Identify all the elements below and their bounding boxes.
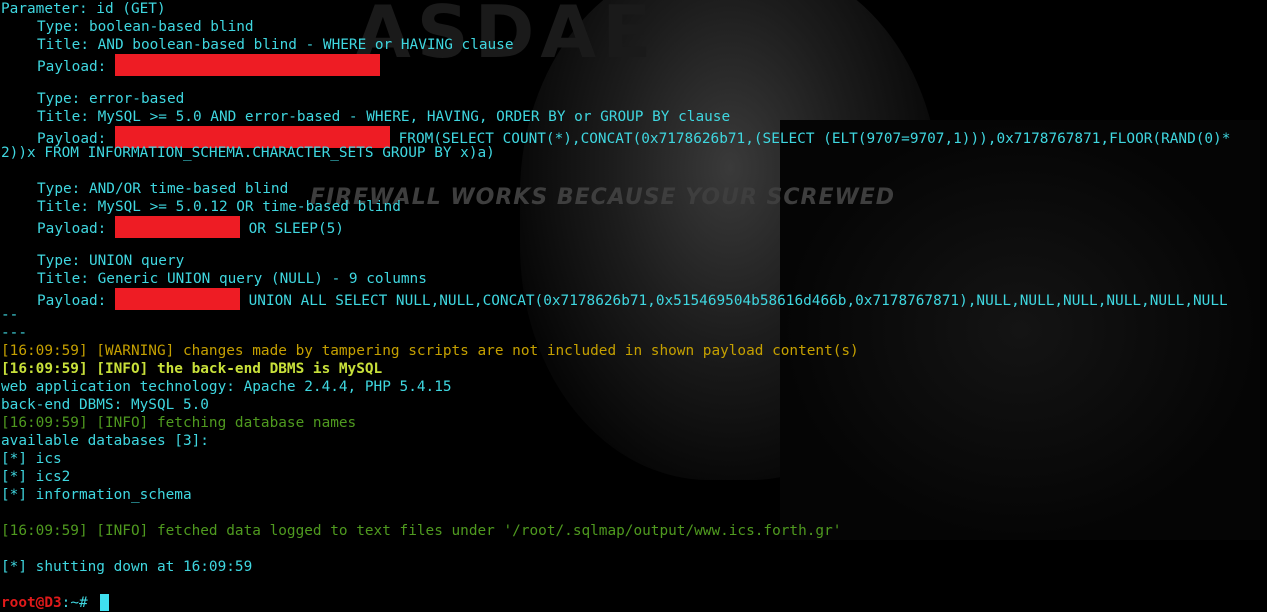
payload-title: Title: AND boolean-based blind - WHERE o… [37,37,514,53]
redacted-box [114,216,240,238]
payload-line: Payload: OR SLEEP(5) [1,216,1267,238]
payload-type: Type: boolean-based blind [37,19,254,35]
terminal-output[interactable]: Parameter: id (GET) Type: boolean-based … [1,0,1267,611]
prompt-path: :~# [61,595,97,611]
parameter-line: Parameter: id (GET) [1,1,166,17]
payload-line: Payload: FROM(SELECT COUNT(*),CONCAT(0x7… [1,126,1267,148]
payload-type: Type: AND/OR time-based blind [37,181,289,197]
redacted-box [114,54,380,76]
payload-title: Title: MySQL >= 5.0 AND error-based - WH… [37,109,731,125]
database-item: [*] ics2 [1,469,71,485]
database-item: [*] ics [1,451,62,467]
available-databases-line: available databases [3]: [1,433,209,449]
info-dbms-line: [16:09:59] [INFO] the back-end DBMS is M… [1,361,383,377]
database-item: [*] information_schema [1,487,192,503]
separator-line: --- [1,325,27,341]
cursor-block[interactable] [100,594,110,611]
payload-title: Title: MySQL >= 5.0.12 OR time-based bli… [37,199,401,215]
payload-line: Payload: [1,54,1267,76]
payload-type: Type: UNION query [37,253,185,269]
info-fetching-line: [16:09:59] [INFO] fetching database name… [1,415,357,431]
webtech-line: web application technology: Apache 2.4.4… [1,379,452,395]
payload-type: Type: error-based [37,91,185,107]
backend-line: back-end DBMS: MySQL 5.0 [1,397,209,413]
payload-title: Title: Generic UNION query (NULL) - 9 co… [37,271,427,287]
warning-line: [16:09:59] [WARNING] changes made by tam… [1,343,859,359]
redacted-box [114,288,240,310]
shell-prompt[interactable]: root@D3:~# [1,594,1267,612]
prompt-user: root@D3 [1,595,62,611]
payload-line: Payload: UNION ALL SELECT NULL,NULL,CONC… [1,288,1267,310]
shutdown-line: [*] shutting down at 16:09:59 [1,559,253,575]
info-fetched-line: [16:09:59] [INFO] fetched data logged to… [1,523,842,539]
